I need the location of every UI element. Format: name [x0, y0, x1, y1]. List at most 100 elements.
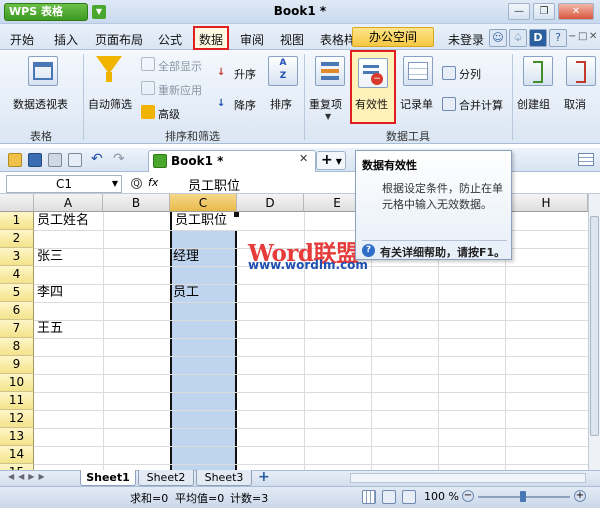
consolidate-button[interactable]: 合并计算	[459, 97, 503, 113]
zoom-in-icon[interactable]: +	[574, 490, 586, 502]
group-label-table: 表格	[30, 130, 52, 143]
app-menu-dropdown-icon[interactable]: ▼	[92, 5, 106, 19]
column-header-b[interactable]: B	[103, 194, 170, 212]
print-icon[interactable]	[48, 153, 62, 167]
text-to-columns-button[interactable]: 分列	[459, 66, 481, 82]
restore-button[interactable]: ❐	[533, 3, 555, 20]
tab-review[interactable]: 审阅	[240, 31, 264, 48]
row-header-14[interactable]: 14	[0, 446, 34, 464]
zoom-level[interactable]: 100 %	[424, 490, 459, 503]
sheet-tab-2[interactable]: Sheet2	[138, 470, 194, 486]
column-header-c[interactable]: C	[170, 194, 237, 212]
tab-home[interactable]: 开始	[10, 31, 34, 48]
cell-c5[interactable]: 员工	[170, 284, 199, 302]
normal-view-icon[interactable]	[362, 490, 376, 504]
formula-input[interactable]: 员工职位	[188, 175, 240, 194]
tab-list-icon[interactable]	[578, 153, 594, 166]
tab-page-layout[interactable]: 页面布局	[95, 31, 143, 48]
close-window-button[interactable]: ✕	[558, 3, 594, 20]
row-header-1[interactable]: 1	[0, 212, 34, 230]
document-tab-title: Book1 *	[171, 154, 224, 168]
undo-icon[interactable]: ↶	[91, 151, 103, 167]
sheet-tab-1[interactable]: Sheet1	[80, 470, 136, 486]
sort-desc-icon: ↓	[217, 98, 226, 109]
minimize-button[interactable]: —	[508, 3, 530, 20]
row-header-9[interactable]: 9	[0, 356, 34, 374]
cell-a3[interactable]: 张三	[34, 248, 63, 266]
tooltip-title: 数据有效性	[362, 159, 417, 172]
autofilter-button[interactable]: 自动筛选	[88, 54, 134, 114]
row-header-5[interactable]: 5	[0, 284, 34, 302]
reapply-button[interactable]: 重新应用	[158, 82, 202, 98]
row-header-11[interactable]: 11	[0, 392, 34, 410]
column-header-a[interactable]: A	[34, 194, 103, 212]
cell-c3[interactable]: 经理	[170, 248, 199, 266]
tab-insert[interactable]: 插入	[54, 31, 78, 48]
page-break-view-icon[interactable]	[382, 490, 396, 504]
column-header-d[interactable]: D	[237, 194, 304, 212]
tooltip-body: 根据设定条件，防止在单元格中输入无效数据。	[382, 182, 503, 211]
cell-c1[interactable]: 员工职位	[170, 212, 237, 230]
column-header-h[interactable]: H	[505, 194, 588, 212]
zoom-out-icon[interactable]: −	[462, 490, 474, 502]
vertical-scrollbar[interactable]	[588, 194, 600, 470]
tab-data[interactable]: 数据	[199, 31, 223, 48]
advanced-filter-button[interactable]: 高级	[158, 106, 180, 122]
create-group-button[interactable]: 创建组	[517, 54, 559, 114]
close-tab-icon[interactable]: ✕	[299, 152, 308, 165]
sort-descending-button[interactable]: 降序	[234, 97, 256, 113]
help-icon[interactable]: ?	[549, 29, 567, 47]
ungroup-button[interactable]: 取消	[562, 54, 598, 114]
login-status[interactable]: 未登录	[448, 31, 484, 48]
fx-icon[interactable]: fx	[148, 176, 158, 189]
pivot-table-button[interactable]: 数据透视表	[8, 54, 78, 114]
row-header-6[interactable]: 6	[0, 302, 34, 320]
show-all-button[interactable]: 全部显示	[158, 58, 202, 74]
add-sheet-icon[interactable]: +	[258, 469, 270, 485]
zoom-formula-icon[interactable]: Q	[131, 178, 142, 189]
sheet-nav-arrows-icon[interactable]: ◀◀▶▶	[8, 472, 49, 481]
validity-button[interactable]: − 有效性	[350, 50, 396, 124]
sub-close-button[interactable]: ✕	[589, 31, 597, 42]
tab-view[interactable]: 视图	[280, 31, 304, 48]
document-tab[interactable]: Book1 *	[148, 150, 316, 172]
horizontal-scrollbar[interactable]	[350, 473, 586, 483]
scroll-thumb[interactable]	[590, 216, 599, 436]
duplicates-button[interactable]: 重复项 ▼	[309, 54, 351, 124]
sort-button[interactable]: AZ 排序	[266, 54, 298, 114]
d-icon[interactable]: D	[529, 29, 547, 47]
row-header-4[interactable]: 4	[0, 266, 34, 284]
tab-formulas[interactable]: 公式	[158, 31, 182, 48]
zoom-slider-thumb[interactable]	[520, 491, 526, 502]
cell-a5[interactable]: 李四	[34, 284, 63, 302]
open-folder-icon[interactable]	[8, 153, 22, 167]
sheet-tab-3[interactable]: Sheet3	[196, 470, 252, 486]
tooltip-help-text: 有关详细帮助，请按F1。	[380, 246, 506, 259]
row-header-2[interactable]: 2	[0, 230, 34, 248]
name-box[interactable]: C1 ▼	[6, 175, 122, 193]
row-header-3[interactable]: 3	[0, 248, 34, 266]
save-icon[interactable]	[28, 153, 42, 167]
row-header-8[interactable]: 8	[0, 338, 34, 356]
select-all-corner[interactable]	[0, 194, 34, 212]
row-header-10[interactable]: 10	[0, 374, 34, 392]
cell-a7[interactable]: 王五	[34, 320, 63, 338]
smile-icon[interactable]: ☺	[489, 29, 507, 47]
cell-a1[interactable]: 员工姓名	[34, 212, 89, 230]
tab-office-space[interactable]: 办公空间	[352, 27, 434, 47]
print-preview-icon[interactable]	[68, 153, 82, 167]
row-header-7[interactable]: 7	[0, 320, 34, 338]
fill-handle[interactable]	[234, 212, 239, 217]
show-all-icon	[141, 57, 155, 71]
new-tab-button[interactable]: + ▼	[316, 151, 346, 170]
record-form-button[interactable]: 记录单	[400, 54, 438, 114]
shirt-icon[interactable]: ♤	[509, 29, 527, 47]
sub-minimize-button[interactable]: −	[568, 31, 576, 42]
redo-icon[interactable]: ↷	[113, 151, 125, 167]
sort-ascending-button[interactable]: 升序	[234, 66, 256, 82]
wps-logo-button[interactable]: WPS 表格	[4, 3, 88, 21]
row-header-12[interactable]: 12	[0, 410, 34, 428]
page-layout-view-icon[interactable]	[402, 490, 416, 504]
sub-restore-button[interactable]: □	[578, 31, 587, 42]
row-header-13[interactable]: 13	[0, 428, 34, 446]
